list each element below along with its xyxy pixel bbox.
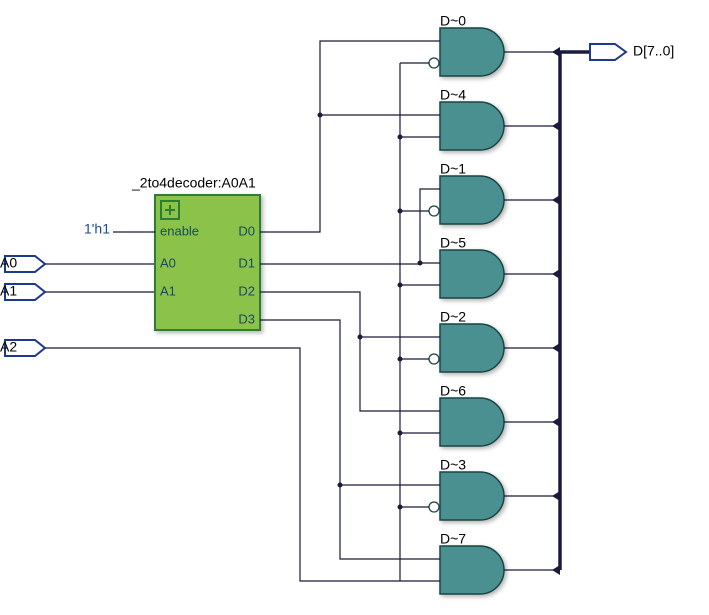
pin-D1: D1 bbox=[238, 255, 255, 270]
schematic-diagram: A0 A1 A2 _2to4decoder:A0A1 enable A0 A1 … bbox=[0, 0, 709, 615]
gate-D2: D~2 bbox=[429, 309, 560, 372]
pin-D3: D3 bbox=[238, 311, 255, 326]
input-port-A0: A0 bbox=[0, 255, 45, 272]
gate-D4: D~4 bbox=[440, 87, 560, 150]
svg-text:D~0: D~0 bbox=[440, 13, 466, 29]
svg-text:D~6: D~6 bbox=[440, 383, 466, 399]
module-2to4decoder: _2to4decoder:A0A1 enable A0 A1 D0 D1 D2 … bbox=[131, 175, 260, 330]
gate-D7: D~7 bbox=[440, 531, 560, 594]
gate-D3: D~3 bbox=[429, 457, 560, 520]
svg-text:D~1: D~1 bbox=[440, 161, 466, 177]
output-port-D: D[7..0] bbox=[590, 43, 674, 60]
svg-text:D~3: D~3 bbox=[440, 457, 466, 473]
gate-D0: D~0 bbox=[429, 13, 560, 76]
input-port-A2: A2 bbox=[0, 339, 45, 356]
svg-text:D~5: D~5 bbox=[440, 235, 466, 251]
module-title: _2to4decoder:A0A1 bbox=[131, 175, 256, 191]
constant-label: 1'h1 bbox=[84, 221, 110, 237]
svg-text:D~7: D~7 bbox=[440, 531, 466, 547]
gate-D6: D~6 bbox=[440, 383, 560, 446]
pin-enable: enable bbox=[160, 223, 199, 238]
pin-A1: A1 bbox=[160, 283, 176, 298]
label-A2: A2 bbox=[0, 339, 17, 355]
pin-D0: D0 bbox=[238, 223, 255, 238]
svg-text:D~4: D~4 bbox=[440, 87, 466, 103]
gate-D5: D~5 bbox=[440, 235, 560, 298]
label-A1: A1 bbox=[0, 283, 17, 299]
label-output: D[7..0] bbox=[633, 43, 674, 59]
gate-D1: D~1 bbox=[429, 161, 560, 224]
label-A0: A0 bbox=[0, 255, 17, 271]
pin-D2: D2 bbox=[238, 283, 255, 298]
pin-A0: A0 bbox=[160, 255, 176, 270]
input-port-A1: A1 bbox=[0, 283, 45, 300]
svg-text:D~2: D~2 bbox=[440, 309, 466, 325]
